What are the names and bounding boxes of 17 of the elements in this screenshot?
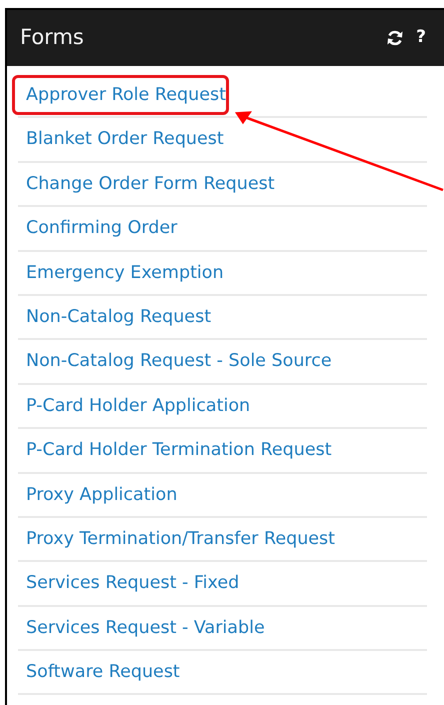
form-link[interactable]: Proxy Application bbox=[26, 482, 178, 508]
form-link[interactable]: Software Request bbox=[26, 659, 180, 686]
form-link[interactable]: Services Request - Fixed bbox=[26, 570, 240, 597]
form-link[interactable]: Services Request - Variable bbox=[26, 614, 265, 641]
form-link[interactable]: P-Card Holder Termination Request bbox=[26, 437, 332, 464]
form-link[interactable]: Confirming Order bbox=[26, 215, 178, 242]
help-button[interactable]: ? bbox=[412, 25, 430, 51]
refresh-icon[interactable] bbox=[386, 29, 404, 47]
form-link[interactable]: Blanket Order Request bbox=[26, 126, 224, 153]
form-link[interactable]: Non-Catalog Request - Sole Source bbox=[26, 348, 332, 375]
form-link[interactable]: Non-Catalog Request bbox=[26, 304, 212, 330]
form-link[interactable]: Proxy Termination/Transfer Request bbox=[26, 526, 336, 552]
form-link[interactable]: Change Order Form Request bbox=[26, 170, 275, 198]
panel-title: Forms bbox=[20, 24, 84, 52]
form-link[interactable]: Approver Role Request bbox=[26, 82, 226, 108]
form-link[interactable]: Emergency Exemption bbox=[26, 260, 224, 286]
form-link[interactable]: P-Card Holder Application bbox=[26, 392, 250, 420]
